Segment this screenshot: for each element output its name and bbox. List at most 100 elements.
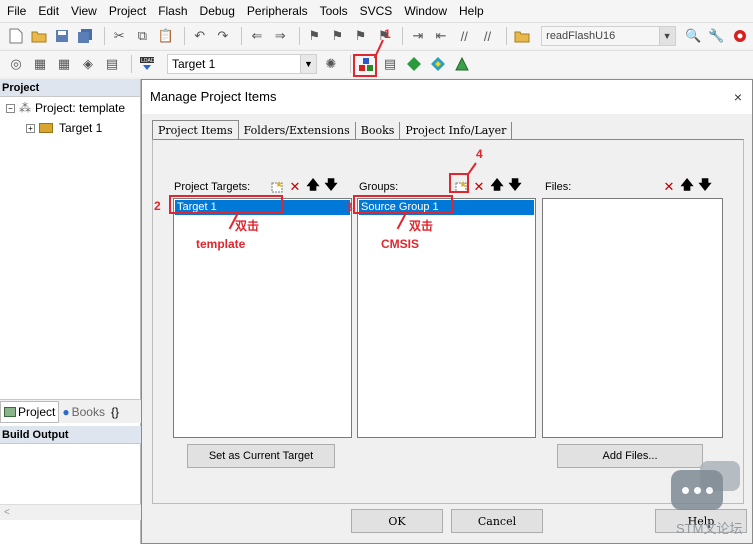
target-select[interactable]: Target 1 ▼ xyxy=(167,54,317,74)
rebuild-icon[interactable]: ▦ xyxy=(54,54,74,74)
nav-back-icon[interactable]: ⇐ xyxy=(247,26,266,46)
annotation-template: template xyxy=(196,237,246,251)
redo-icon[interactable]: ↷ xyxy=(213,26,232,46)
chevron-down-icon[interactable]: ▼ xyxy=(658,27,675,45)
toolbar-separator xyxy=(506,27,507,45)
menu-tools[interactable]: Tools xyxy=(316,0,356,22)
menu-help[interactable]: Help xyxy=(455,0,492,22)
manage-rte-icon[interactable] xyxy=(428,54,448,74)
files-list[interactable] xyxy=(542,198,723,438)
menu-svcs[interactable]: SVCS xyxy=(356,0,401,22)
menu-project[interactable]: Project xyxy=(105,0,154,22)
move-up-icon[interactable]: 🡅 xyxy=(489,177,505,195)
event-recorder-icon[interactable] xyxy=(452,54,472,74)
panel-tabs: Project ● Books {} xyxy=(0,399,141,423)
save-icon[interactable] xyxy=(52,26,71,46)
bookmark-next-icon[interactable]: ⚑ xyxy=(351,26,370,46)
annotation-box-3 xyxy=(353,195,453,214)
expand-icon[interactable]: + xyxy=(26,123,35,133)
tree-project-node[interactable]: − ⁂ Project: template xyxy=(6,101,125,115)
move-down-icon[interactable]: 🡇 xyxy=(507,177,523,195)
menu-edit[interactable]: Edit xyxy=(34,0,67,22)
undo-icon[interactable]: ↶ xyxy=(190,26,209,46)
delete-target-icon[interactable]: ✕ xyxy=(287,179,303,195)
batch-build-icon[interactable]: ◈ xyxy=(78,54,98,74)
pack-installer-icon[interactable] xyxy=(404,54,424,74)
copy-icon[interactable]: ⧉ xyxy=(133,26,152,46)
find-combo[interactable]: readFlashU16 ▼ xyxy=(541,26,676,46)
move-down-icon[interactable]: 🡇 xyxy=(697,177,713,195)
targets-list[interactable]: Target 1 xyxy=(173,198,352,438)
save-all-icon[interactable] xyxy=(76,26,95,46)
tab-project[interactable]: Project xyxy=(0,400,60,423)
debug-session-icon[interactable] xyxy=(730,26,749,46)
nav-forward-icon[interactable]: ⇒ xyxy=(271,26,290,46)
books-icon: ● xyxy=(62,404,70,419)
delete-file-icon[interactable]: ✕ xyxy=(661,179,677,195)
files-label: Files: xyxy=(545,181,572,193)
bookmark-icon[interactable]: ⚑ xyxy=(305,26,324,46)
menu-peripherals[interactable]: Peripherals xyxy=(243,0,316,22)
tab-functions[interactable]: {} xyxy=(108,405,122,419)
chevron-down-icon[interactable]: ▼ xyxy=(300,55,316,73)
new-file-icon[interactable] xyxy=(6,26,25,46)
delete-group-icon[interactable]: ✕ xyxy=(471,179,487,195)
annotation-box-2 xyxy=(169,195,283,214)
cancel-button[interactable]: Cancel xyxy=(451,509,543,533)
bookmark-prev-icon[interactable]: ⚑ xyxy=(328,26,347,46)
unindent-icon[interactable]: ⇤ xyxy=(432,26,451,46)
indent-icon[interactable]: ⇥ xyxy=(408,26,427,46)
move-up-icon[interactable]: 🡅 xyxy=(679,177,695,195)
toolbar-separator xyxy=(241,27,243,45)
tab-folders-extensions[interactable]: Folders/Extensions xyxy=(239,122,356,140)
move-up-icon[interactable]: 🡅 xyxy=(305,177,321,195)
incremental-find-icon[interactable]: 🔍 xyxy=(684,26,703,46)
tree-target-node[interactable]: + Target 1 xyxy=(26,121,102,135)
menu-view[interactable]: View xyxy=(67,0,105,22)
stop-build-icon[interactable]: ▤ xyxy=(102,54,122,74)
new-target-icon[interactable] xyxy=(269,179,285,195)
target-options-icon[interactable]: ✺ xyxy=(321,54,341,74)
uncomment-icon[interactable]: // xyxy=(478,26,497,46)
translate-icon[interactable]: ◎ xyxy=(6,54,26,74)
close-icon[interactable]: × xyxy=(734,80,742,114)
annotation-number-2: 2 xyxy=(154,199,161,213)
menu-file[interactable]: File xyxy=(3,0,34,22)
toolbar-separator xyxy=(402,27,404,45)
tab-functions-label: {} xyxy=(110,404,119,419)
horizontal-scrollbar[interactable]: < xyxy=(0,504,141,520)
cut-icon[interactable]: ✂ xyxy=(110,26,129,46)
project-tab-icon xyxy=(4,406,16,417)
paste-icon[interactable]: 📋 xyxy=(156,26,175,46)
tab-project-label: Project xyxy=(18,404,56,419)
menu-flash[interactable]: Flash xyxy=(154,0,195,22)
menu-window[interactable]: Window xyxy=(400,0,455,22)
tab-project-items[interactable]: Project Items xyxy=(152,120,239,140)
find-combo-value: readFlashU16 xyxy=(546,30,616,42)
project-node-icon: ⁂ xyxy=(19,101,31,115)
project-panel: Project − ⁂ Project: template + Target 1… xyxy=(0,79,141,544)
files-tools: ✕ 🡅 🡇 xyxy=(659,177,713,197)
tab-books[interactable]: ● Books xyxy=(59,405,108,419)
open-folder-icon[interactable] xyxy=(29,26,48,46)
find-in-files-icon[interactable] xyxy=(512,26,531,46)
add-files-button[interactable]: Add Files... xyxy=(557,444,703,468)
set-current-target-button[interactable]: Set as Current Target xyxy=(187,444,335,468)
tools-icon[interactable]: 🔧 xyxy=(707,26,726,46)
scroll-left-icon[interactable]: < xyxy=(4,507,10,518)
tree-project-label: Project: template xyxy=(35,101,126,115)
groups-label: Groups: xyxy=(359,181,399,193)
toolbar-separator xyxy=(184,27,186,45)
groups-list[interactable]: Source Group 1 xyxy=(357,198,536,438)
targets-label: Project Targets: xyxy=(174,181,251,193)
menu-debug[interactable]: Debug xyxy=(196,0,243,22)
tab-project-info-layer[interactable]: Project Info/Layer xyxy=(400,122,513,140)
collapse-icon[interactable]: − xyxy=(6,103,15,113)
ok-button[interactable]: OK xyxy=(351,509,443,533)
load-download-icon[interactable]: LOAD xyxy=(137,54,157,74)
build-icon[interactable]: ▦ xyxy=(30,54,50,74)
select-packs-icon[interactable]: ▤ xyxy=(380,54,400,74)
move-down-icon[interactable]: 🡇 xyxy=(323,177,339,195)
comment-icon[interactable]: // xyxy=(455,26,474,46)
tab-books[interactable]: Books xyxy=(356,122,401,140)
